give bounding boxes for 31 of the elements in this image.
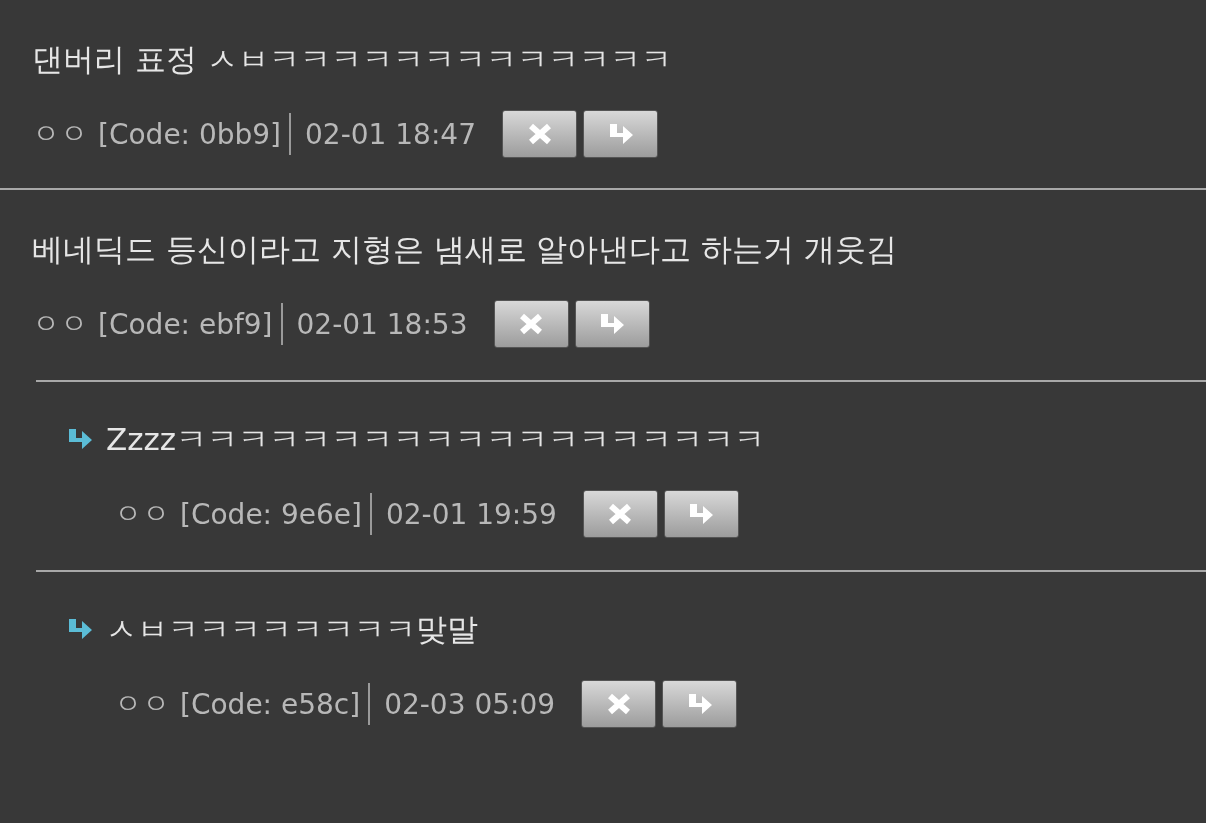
reply-button[interactable] <box>663 490 739 538</box>
comment-text: 댄버리 표정 ㅅㅂㅋㅋㅋㅋㅋㅋㅋㅋㅋㅋㅋㅋㅋ <box>32 40 673 79</box>
author-name: ㅇㅇ <box>114 686 170 722</box>
reply-text: ㅅㅂㅋㅋㅋㅋㅋㅋㅋㅋ맞말 <box>106 610 478 649</box>
reply-arrow-icon <box>598 312 626 336</box>
delete-button[interactable] <box>502 110 577 158</box>
reply-text: Zzzzㅋㅋㅋㅋㅋㅋㅋㅋㅋㅋㅋㅋㅋㅋㅋㅋㅋㅋㅋ <box>106 420 766 459</box>
author-code: [Code: 9e6e] <box>180 497 362 531</box>
author-code: [Code: 0bb9] <box>98 117 282 151</box>
comment-time: 02-01 18:47 <box>305 117 476 151</box>
close-icon <box>518 312 544 336</box>
comment-time: 02-01 18:53 <box>296 307 468 341</box>
reply-arrow-icon <box>66 617 94 641</box>
close-icon <box>605 692 632 716</box>
author-code: [Code: e58c] <box>180 687 361 721</box>
author-code: [Code: ebf9] <box>98 307 273 341</box>
reply-button[interactable] <box>574 300 650 348</box>
author-name: ㅇㅇ <box>32 306 88 342</box>
comment-time: 02-01 19:59 <box>385 497 557 531</box>
author-name: ㅇㅇ <box>32 116 88 152</box>
comment-text: 베네딕드 등신이라고 지형은 냄새로 알아낸다고 하는거 개웃김 <box>32 230 899 269</box>
reply-button[interactable] <box>583 110 658 158</box>
delete-button[interactable] <box>582 490 658 538</box>
close-icon <box>607 502 634 526</box>
delete-button[interactable] <box>581 680 657 728</box>
delete-button[interactable] <box>493 300 569 348</box>
reply-arrow-icon <box>66 427 94 451</box>
author-name: ㅇㅇ <box>114 496 170 532</box>
comment-time: 02-03 05:09 <box>384 687 556 721</box>
close-icon <box>526 122 553 146</box>
reply-button[interactable] <box>662 680 738 728</box>
